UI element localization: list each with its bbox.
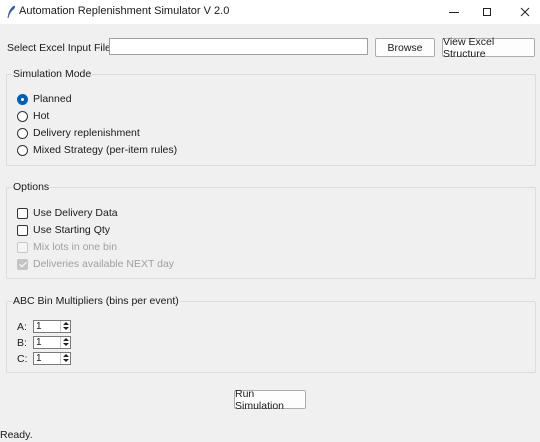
abc-row-c: C: 1 <box>17 352 71 365</box>
spin-arrows[interactable] <box>60 337 70 348</box>
run-simulation-button[interactable]: Run Simulation <box>234 388 306 412</box>
spin-value: 1 <box>36 353 42 364</box>
excel-file-input[interactable] <box>109 38 368 55</box>
window-title: Automation Replenishment Simulator V 2.0 <box>19 5 230 17</box>
radio-mixed-strategy[interactable]: Mixed Strategy (per-item rules) <box>17 143 177 157</box>
feather-icon <box>7 5 16 18</box>
simulation-mode-group: Simulation Mode Planned Hot Delivery rep… <box>6 68 536 166</box>
spin-value: 1 <box>36 337 42 348</box>
browse-button[interactable]: Browse <box>375 38 435 57</box>
simulation-mode-title: Simulation Mode <box>12 68 93 80</box>
arrow-down-icon[interactable] <box>61 342 70 347</box>
checkbox-icon <box>17 224 28 236</box>
checkbox-label: Use Delivery Data <box>33 207 118 219</box>
checkbox-deliveries-next-day: Deliveries available NEXT day <box>17 257 174 271</box>
checkbox-disabled-icon <box>17 241 28 253</box>
minimize-icon <box>449 12 459 13</box>
main-window: Select Excel Input File: Browse View Exc… <box>0 24 540 442</box>
abc-row-a: A: 1 <box>17 320 71 333</box>
spin-value: 1 <box>36 321 42 332</box>
abc-title: ABC Bin Multipliers (bins per event) <box>12 295 180 307</box>
maximize-icon <box>483 8 491 16</box>
spin-arrows[interactable] <box>60 321 70 332</box>
checkbox-use-starting-qty[interactable]: Use Starting Qty <box>17 223 110 237</box>
checkbox-icon <box>17 207 28 219</box>
checkbox-label: Mix lots in one bin <box>33 241 118 253</box>
checkbox-label: Use Starting Qty <box>33 224 111 236</box>
arrow-down-icon[interactable] <box>61 358 70 363</box>
abc-label: C: <box>17 352 28 365</box>
radio-label: Planned <box>33 93 72 105</box>
options-group: Options Use Delivery Data Use Starting Q… <box>6 181 536 279</box>
radio-label: Hot <box>33 110 50 122</box>
multiplier-c-spinbox[interactable]: 1 <box>33 352 71 365</box>
title-bar: Automation Replenishment Simulator V 2.0 <box>0 0 540 24</box>
view-excel-structure-button[interactable]: View Excel Structure <box>442 36 535 60</box>
radio-label: Mixed Strategy (per-item rules) <box>33 144 178 156</box>
spin-arrows[interactable] <box>60 353 70 364</box>
file-label: Select Excel Input File: <box>7 42 114 54</box>
radio-icon <box>17 144 28 156</box>
multiplier-b-spinbox[interactable]: 1 <box>33 336 71 349</box>
abc-multipliers-group: ABC Bin Multipliers (bins per event) A: … <box>6 295 536 373</box>
checkbox-mix-lots: Mix lots in one bin <box>17 240 117 254</box>
checkbox-checked-disabled-icon <box>17 258 28 270</box>
multiplier-a-spinbox[interactable]: 1 <box>33 320 71 333</box>
abc-label: B: <box>17 336 27 349</box>
checkbox-label: Deliveries available NEXT day <box>33 258 175 270</box>
abc-label: A: <box>17 320 27 333</box>
close-button[interactable] <box>505 0 540 24</box>
radio-hot[interactable]: Hot <box>17 109 49 123</box>
status-text: Ready. <box>0 429 33 441</box>
radio-icon <box>17 110 28 122</box>
abc-row-b: B: 1 <box>17 336 71 349</box>
checkbox-use-delivery-data[interactable]: Use Delivery Data <box>17 206 118 220</box>
options-title: Options <box>12 181 51 193</box>
radio-selected-icon <box>17 93 28 105</box>
radio-icon <box>17 127 28 139</box>
radio-planned[interactable]: Planned <box>17 92 72 106</box>
maximize-button[interactable] <box>467 0 507 24</box>
radio-delivery-replenishment[interactable]: Delivery replenishment <box>17 126 140 140</box>
close-icon <box>520 7 530 17</box>
arrow-down-icon[interactable] <box>61 326 70 331</box>
radio-label: Delivery replenishment <box>33 127 140 139</box>
